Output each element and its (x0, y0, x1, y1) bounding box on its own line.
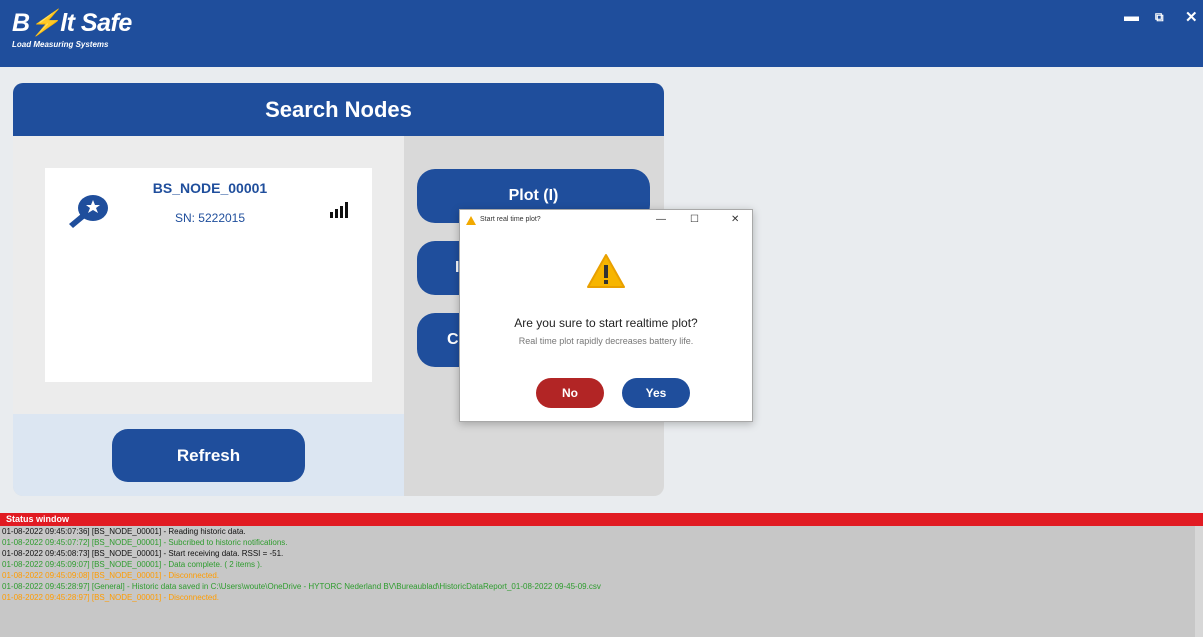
dialog-close-button[interactable]: ✕ (731, 214, 739, 225)
confirm-realtime-plot-dialog: Start real time plot? — ☐ ✕ Are you sure… (459, 209, 753, 422)
log-line: 01-08-2022 09:45:08:73] [BS_NODE_00001] … (2, 549, 284, 558)
logo-wordmark: B⚡lt Safe (12, 9, 132, 37)
status-window-title: Status window (0, 513, 1203, 526)
dialog-title-bar: Start real time plot? — ☐ ✕ (460, 210, 752, 232)
warning-small-icon (466, 216, 476, 225)
log-line: 01-08-2022 09:45:09:08] [BS_NODE_00001] … (2, 571, 220, 580)
boltsafe-logo: B⚡lt Safe Load Measuring Systems (12, 8, 132, 49)
logo-subtitle: Load Measuring Systems (12, 40, 109, 49)
status-scrollbar[interactable] (1195, 526, 1203, 637)
node-name: BS_NODE_00001 (152, 180, 268, 196)
signal-strength-icon (330, 202, 348, 218)
dialog-minimize-button[interactable]: — (656, 214, 666, 225)
log-line: 01-08-2022 09:45:07:36] [BS_NODE_00001] … (2, 527, 246, 536)
dialog-detail: Real time plot rapidly decreases battery… (518, 336, 694, 346)
no-button[interactable]: No (536, 378, 604, 408)
warning-icon (587, 254, 625, 288)
log-line: 01-08-2022 09:45:09:07] [BS_NODE_00001] … (2, 560, 263, 569)
node-card[interactable]: BS_NODE_00001 SN: 5222015 (45, 168, 372, 382)
log-line: 01-08-2022 09:45:28:97] [BS_NODE_00001] … (2, 593, 220, 602)
panel-title: Search Nodes (13, 83, 664, 136)
dialog-title: Start real time plot? (480, 216, 541, 223)
refresh-button[interactable]: Refresh (112, 429, 305, 482)
node-serial-number: SN: 5222015 (174, 211, 246, 225)
dialog-maximize-button[interactable]: ☐ (690, 214, 699, 225)
log-line: 01-08-2022 09:45:07:72] [BS_NODE_00001] … (2, 538, 288, 547)
status-log: 01-08-2022 09:45:07:36] [BS_NODE_00001] … (0, 526, 1203, 637)
app-title-bar: B⚡lt Safe Load Measuring Systems ▬ ⧉ ✕ (0, 0, 1203, 67)
restore-button[interactable]: ⧉ (1155, 10, 1164, 25)
log-line: 01-08-2022 09:45:28:97] [General] - Hist… (2, 582, 601, 591)
sensor-node-icon (69, 195, 108, 228)
dialog-question: Are you sure to start realtime plot? (514, 316, 698, 330)
minimize-button[interactable]: ▬ (1124, 8, 1139, 25)
yes-button[interactable]: Yes (622, 378, 690, 408)
bolt-icon: ⚡ (29, 9, 61, 37)
close-button[interactable]: ✕ (1185, 8, 1198, 26)
